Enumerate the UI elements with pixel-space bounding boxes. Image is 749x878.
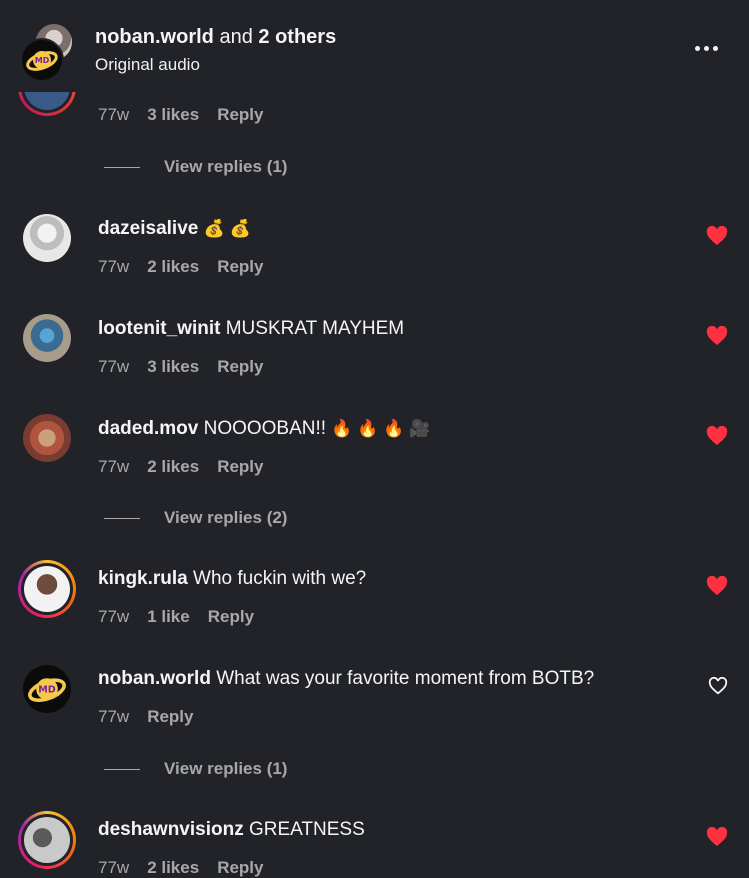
view-replies-label: View replies (1)	[164, 157, 288, 176]
comment-likes[interactable]: 2 likes	[147, 257, 199, 277]
avatar[interactable]	[23, 414, 71, 462]
reply-button[interactable]: Reply	[217, 257, 263, 277]
header-avatars[interactable]: MD	[20, 22, 76, 82]
avatar	[24, 566, 70, 612]
comment-body: What was your favorite moment from BOTB?	[216, 668, 595, 689]
comment-likes[interactable]: 2 likes	[147, 457, 199, 477]
comment-time: 77w	[98, 707, 130, 726]
post-header: MD noban.world and 2 others Original aud…	[0, 0, 749, 92]
comment-meta: 77w 2 likes Reply	[98, 257, 263, 277]
comment-text: daded.mov NOOOOBAN!! 🔥 🔥 🔥 🎥	[98, 418, 430, 440]
svg-text:MD: MD	[35, 56, 50, 65]
comment-text: dazeisalive 💰 💰	[98, 218, 251, 240]
comment-time: 77w	[98, 858, 130, 877]
reply-button[interactable]: Reply	[217, 357, 263, 377]
comment-time: 77w	[98, 257, 130, 276]
view-replies-button[interactable]: View replies (1)	[104, 157, 287, 177]
view-replies-label: View replies (1)	[164, 759, 288, 778]
comment-username[interactable]: kingk.rula	[98, 568, 188, 589]
comment-meta: 77w Reply	[98, 707, 193, 727]
comment-username[interactable]: lootenit_winit	[98, 318, 220, 339]
comment-emoji: 💰 💰	[203, 219, 251, 238]
reply-button[interactable]: Reply	[217, 457, 263, 477]
comment-text: noban.world What was your favorite momen…	[98, 668, 594, 690]
comment-username[interactable]: dazeisalive	[98, 218, 198, 239]
divider	[104, 768, 140, 770]
comment-body: GREATNESS	[248, 819, 365, 840]
header-and: and	[219, 26, 253, 48]
story-ring[interactable]	[18, 811, 76, 869]
comment-body: Who fuckin with we?	[193, 568, 367, 589]
comment-time: 77w	[98, 607, 130, 626]
reply-button[interactable]: Reply	[208, 607, 254, 627]
story-ring[interactable]	[18, 560, 76, 618]
comment-likes[interactable]: 1 like	[147, 607, 190, 627]
comment-meta: 77w 2 likes Reply	[98, 858, 263, 878]
comments-page: MD noban.world and 2 others Original aud…	[0, 0, 749, 878]
more-options-button[interactable]	[690, 38, 722, 58]
comment-time: 77w	[98, 357, 130, 376]
comment-text: lootenit_winit MUSKRAT MAYHEM	[98, 318, 404, 340]
comment-username[interactable]: daded.mov	[98, 418, 198, 439]
comment-text: kingk.rula Who fuckin with we?	[98, 568, 366, 590]
comment-username[interactable]: deshawnvisionz	[98, 819, 244, 840]
svg-text:MD: MD	[38, 685, 56, 696]
noban-world-avatar: MD	[20, 38, 64, 82]
divider	[104, 166, 140, 168]
comment-meta: 77w 1 like Reply	[98, 607, 254, 627]
heart-filled-icon[interactable]	[706, 827, 728, 847]
previous-comment-meta: 77w 3 likes Reply	[98, 105, 263, 125]
audio-label[interactable]: Original audio	[95, 54, 200, 76]
reply-button[interactable]: Reply	[217, 858, 263, 878]
comment-time: 77w	[98, 105, 130, 124]
reply-button[interactable]: Reply	[147, 707, 193, 727]
more-icon	[694, 45, 700, 51]
header-title[interactable]: noban.world and 2 others	[95, 25, 336, 49]
view-replies-button[interactable]: View replies (2)	[104, 508, 287, 528]
heart-filled-icon[interactable]	[706, 576, 728, 596]
comment-meta: 77w 2 likes Reply	[98, 457, 263, 477]
heart-filled-icon[interactable]	[706, 426, 728, 446]
avatar[interactable]	[23, 314, 71, 362]
comment-likes[interactable]: 3 likes	[147, 105, 199, 125]
comment-body: MUSKRAT MAYHEM	[225, 318, 405, 339]
comment-username[interactable]: noban.world	[98, 668, 211, 689]
view-replies-button[interactable]: View replies (1)	[104, 759, 287, 779]
heart-filled-icon[interactable]	[706, 326, 728, 346]
comment-text: deshawnvisionz GREATNESS	[98, 819, 365, 841]
comment-emoji: 🔥 🔥 🔥 🎥	[331, 419, 431, 438]
divider	[104, 517, 140, 519]
comment-likes[interactable]: 3 likes	[147, 357, 199, 377]
comment-likes[interactable]: 2 likes	[147, 858, 199, 878]
header-user[interactable]: noban.world	[95, 26, 214, 48]
avatar[interactable]: MD	[23, 665, 71, 713]
view-replies-label: View replies (2)	[164, 508, 288, 527]
comment-body: NOOOOBAN!!	[203, 418, 327, 439]
comment-time: 77w	[98, 457, 130, 476]
header-others[interactable]: 2 others	[258, 26, 336, 48]
avatar[interactable]	[23, 214, 71, 262]
avatar	[24, 817, 70, 863]
comment-meta: 77w 3 likes Reply	[98, 357, 263, 377]
reply-button[interactable]: Reply	[217, 105, 263, 125]
heart-outline-icon[interactable]	[708, 677, 728, 695]
heart-filled-icon[interactable]	[706, 226, 728, 246]
